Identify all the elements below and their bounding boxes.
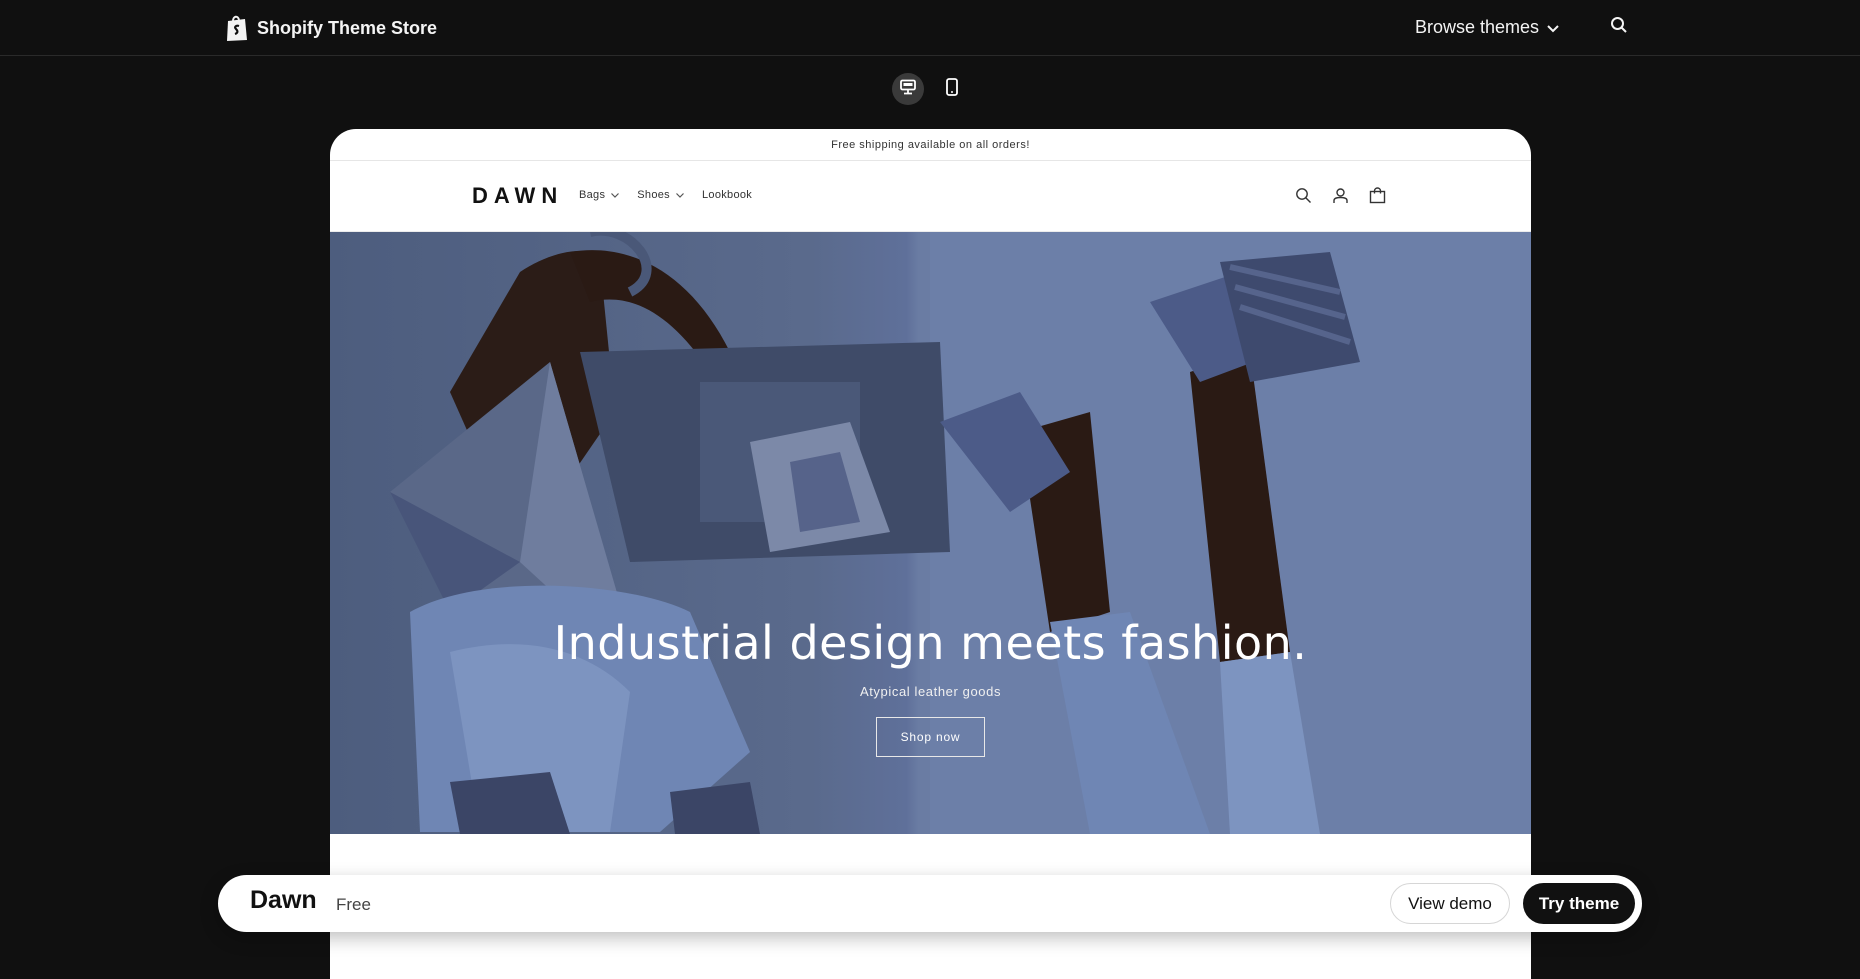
menu-item-label: Shoes [637, 189, 670, 201]
desktop-icon [899, 79, 917, 100]
announcement-text: Free shipping available on all orders! [831, 138, 1030, 151]
menu-item-label: Lookbook [701, 189, 753, 201]
menu-item-shoes[interactable]: Shoes [637, 189, 684, 201]
menu-item-lookbook[interactable]: Lookbook [702, 189, 752, 201]
view-demo-button[interactable]: View demo [1390, 883, 1510, 924]
top-nav: Shopify Theme Store Browse themes [0, 0, 1860, 56]
shop-now-button[interactable]: Shop now [876, 717, 985, 757]
cart-icon[interactable] [1367, 185, 1387, 205]
theme-preview-frame: Free shipping available on all orders! D… [330, 129, 1531, 979]
shopify-theme-store-link[interactable]: Shopify Theme Store [225, 13, 437, 43]
search-button[interactable] [1606, 14, 1632, 40]
store-logo[interactable]: DAWN [472, 183, 563, 209]
chevron-down-icon [611, 189, 620, 201]
hero-content: Industrial design meets fashion. Atypica… [330, 616, 1531, 757]
store-header: DAWN Bags Shoes Lookbook [330, 161, 1531, 232]
mobile-view-button[interactable] [936, 73, 968, 105]
search-icon[interactable] [1293, 185, 1313, 205]
browse-themes-label: Browse themes [1415, 16, 1540, 37]
chevron-down-icon [676, 189, 684, 201]
hero-subtitle: Atypical leather goods [859, 684, 1002, 699]
brand-label: Shopify Theme Store [257, 17, 438, 38]
theme-action-bar: Dawn Free View demo Try theme [218, 875, 1642, 932]
menu-item-bags[interactable]: Bags [579, 189, 620, 201]
announcement-bar: Free shipping available on all orders! [330, 129, 1531, 161]
hero-title: Industrial design meets fashion. [553, 616, 1308, 670]
shopify-bag-icon [225, 14, 249, 42]
search-icon [1610, 16, 1628, 39]
account-icon[interactable] [1330, 185, 1350, 205]
try-theme-button[interactable]: Try theme [1523, 883, 1635, 924]
mobile-icon [945, 77, 959, 101]
desktop-view-button[interactable] [892, 73, 924, 105]
store-menu: Bags Shoes Lookbook [579, 189, 752, 201]
theme-name: Dawn [250, 886, 317, 914]
chevron-down-icon [1547, 17, 1559, 38]
device-toggle [892, 73, 968, 105]
theme-price: Free [336, 895, 371, 914]
store-header-icons [1293, 185, 1387, 205]
browse-themes-dropdown[interactable]: Browse themes [1415, 14, 1559, 40]
hero-banner: Industrial design meets fashion. Atypica… [330, 232, 1531, 834]
menu-item-label: Bags [579, 189, 606, 201]
